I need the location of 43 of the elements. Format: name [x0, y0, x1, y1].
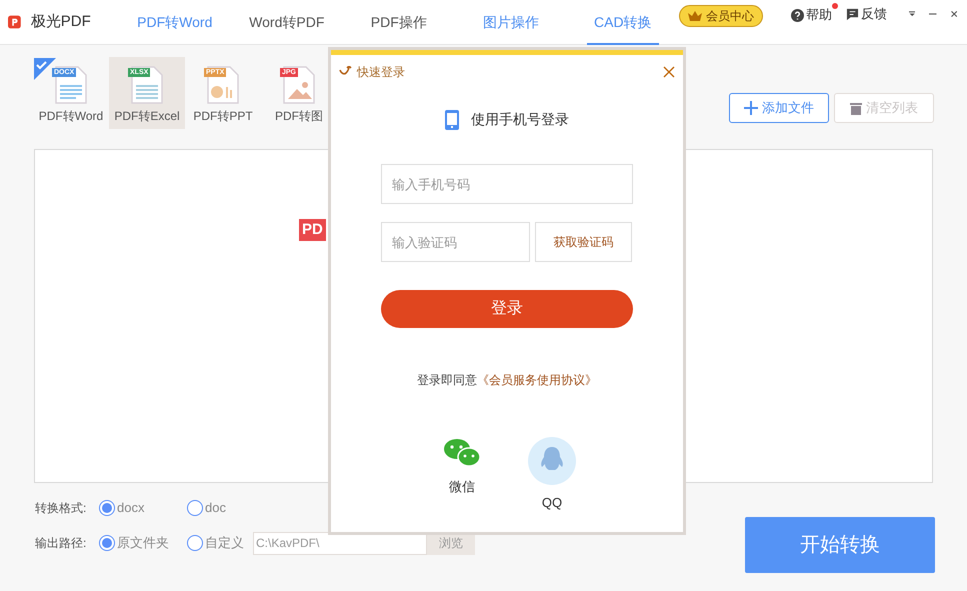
app-title: 极光PDF — [30, 12, 91, 32]
agreement-link[interactable]: 《会员服务使用协议》 — [477, 373, 597, 387]
radio-option[interactable]: docx — [99, 498, 187, 518]
help-icon — [790, 8, 804, 22]
phone-input[interactable]: 输入手机号码 — [381, 164, 633, 204]
radio-option[interactable]: 原文件夹 — [99, 533, 187, 553]
trash-icon — [850, 102, 862, 114]
radio-button[interactable] — [187, 500, 203, 516]
penguin-icon — [528, 437, 576, 485]
nav-tab[interactable]: PDF操作 — [342, 0, 455, 44]
help-button[interactable]: 帮助 — [790, 3, 838, 25]
close-icon[interactable] — [663, 66, 675, 78]
nav-tab[interactable]: PDF转Word — [118, 0, 231, 44]
agreement-text: 登录即同意《会员服务使用协议》 — [417, 372, 597, 389]
feedback-button[interactable]: 反馈 — [846, 4, 887, 24]
plus-icon — [744, 101, 758, 115]
check-corner-icon — [34, 58, 56, 80]
dialog-title: 快速登录 — [357, 64, 405, 81]
radio-button[interactable] — [187, 535, 203, 551]
pdf-badge: PD — [299, 219, 326, 241]
nav-tab[interactable]: Word转PDF — [230, 0, 343, 44]
radio-button[interactable] — [99, 500, 115, 516]
nav-tab[interactable]: 图片操作 — [454, 0, 567, 44]
login-button[interactable]: 登录 — [381, 290, 633, 328]
radio-button[interactable] — [99, 535, 115, 551]
get-code-button[interactable]: 获取验证码 — [535, 222, 632, 262]
phone-icon — [445, 110, 459, 130]
dropdown-icon[interactable] — [908, 9, 916, 19]
login-heading: 使用手机号登录 — [471, 110, 569, 129]
output-label: 输出路径: — [35, 535, 88, 552]
start-convert-button[interactable]: 开始转换 — [745, 516, 935, 572]
message-icon — [846, 8, 859, 20]
add-file-button[interactable]: 添加文件 — [729, 93, 829, 123]
minimize-icon[interactable] — [929, 12, 937, 16]
nav-tab[interactable]: CAD转换 — [566, 0, 679, 44]
radio-option[interactable]: doc — [187, 498, 275, 518]
radio-option[interactable]: 自定义 — [187, 533, 253, 553]
path-field[interactable]: C:\KavPDF\ — [253, 532, 427, 554]
code-input[interactable]: 输入验证码 — [381, 222, 530, 262]
crown-icon — [688, 11, 702, 21]
close-icon[interactable] — [950, 8, 958, 20]
vip-center-button[interactable]: 会员中心 — [678, 5, 763, 27]
format-label: 转换格式: — [35, 500, 88, 517]
